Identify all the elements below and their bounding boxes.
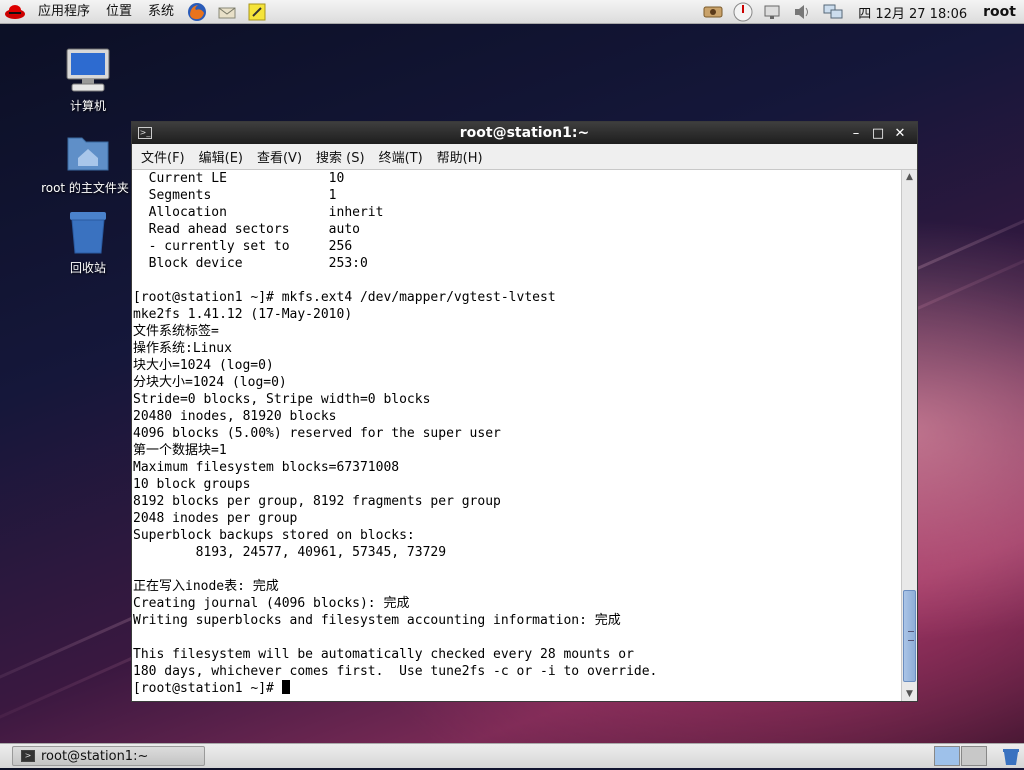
terminal-line: [root@station1 ~]# mkfs.ext4 /dev/mapper… xyxy=(133,290,556,305)
prompt: [root@station1 ~]# xyxy=(133,681,282,696)
minimize-icon[interactable]: – xyxy=(845,126,867,141)
terminal-line: 8192 blocks per group, 8192 fragments pe… xyxy=(133,494,501,509)
terminal-line: Superblock backups stored on blocks: xyxy=(133,528,415,543)
terminal-line: 操作系统:Linux xyxy=(133,341,232,356)
home-folder-icon xyxy=(64,128,112,176)
terminal-line: 20480 inodes, 81920 blocks xyxy=(133,409,337,424)
terminal-line: Segments 1 xyxy=(133,188,337,203)
scroll-up-icon[interactable]: ▲ xyxy=(902,170,917,184)
terminal-line: 正在写入inode表: 完成 xyxy=(133,579,279,594)
terminal-line: 块大小=1024 (log=0) xyxy=(133,358,274,373)
firefox-icon[interactable] xyxy=(186,2,208,22)
title-bar[interactable]: >_ root@station1:~ – □ ✕ xyxy=(132,122,917,144)
menu-search[interactable]: 搜索 (S) xyxy=(309,147,372,166)
menu-help[interactable]: 帮助(H) xyxy=(430,147,490,166)
desktop-icon-home[interactable]: root 的主文件夹 xyxy=(40,128,136,196)
terminal-line: mke2fs 1.41.12 (17-May-2010) xyxy=(133,307,353,322)
prompt-line[interactable]: [root@station1 ~]# xyxy=(132,680,901,697)
text-cursor xyxy=(281,680,290,694)
window-title: root@station1:~ xyxy=(459,125,590,141)
volume-icon[interactable] xyxy=(792,2,814,22)
desktop-icon-computer[interactable]: 计算机 xyxy=(40,46,136,114)
computer-icon xyxy=(64,46,112,94)
workspace-2[interactable] xyxy=(961,746,987,766)
top-panel: 应用程序 位置 系统 四 12月 27 18:06 root xyxy=(0,0,1024,24)
taskbar-button-label: root@station1:~ xyxy=(41,748,149,764)
terminal-window: >_ root@station1:~ – □ ✕ 文件(F) 编辑(E) 查看(… xyxy=(131,121,918,702)
terminal-line: Block device 253:0 xyxy=(133,256,368,271)
terminal-menubar: 文件(F) 编辑(E) 查看(V) 搜索 (S) 终端(T) 帮助(H) xyxy=(132,144,917,170)
close-icon[interactable]: ✕ xyxy=(889,126,911,141)
network-icon[interactable] xyxy=(702,2,724,22)
menu-terminal[interactable]: 终端(T) xyxy=(372,147,430,166)
menu-view[interactable]: 查看(V) xyxy=(250,147,309,166)
mail-icon[interactable] xyxy=(216,2,238,22)
terminal-line: - currently set to 256 xyxy=(133,239,353,254)
desktop-icon-trash[interactable]: 回收站 xyxy=(40,208,136,276)
terminal-output[interactable]: Current LE 10 Segments 1 Allocation inhe… xyxy=(132,170,901,701)
menu-file[interactable]: 文件(F) xyxy=(134,147,192,166)
terminal-line: 4096 blocks (5.00%) reserved for the sup… xyxy=(133,426,501,441)
menu-places[interactable]: 位置 xyxy=(98,0,140,24)
terminal-line: Creating journal (4096 blocks): 完成 xyxy=(133,596,410,611)
bottom-panel: > root@station1:~ xyxy=(0,743,1024,768)
menu-system[interactable]: 系统 xyxy=(140,0,182,24)
scroll-down-icon[interactable]: ▼ xyxy=(902,687,917,701)
clock[interactable]: 四 12月 27 18:06 xyxy=(848,3,977,22)
maximize-icon[interactable]: □ xyxy=(867,126,889,141)
terminal-icon: > xyxy=(21,750,35,762)
menu-applications[interactable]: 应用程序 xyxy=(30,0,98,24)
terminal-icon: >_ xyxy=(138,127,152,139)
terminal-line: Read ahead sectors auto xyxy=(133,222,360,237)
redhat-logo-icon[interactable] xyxy=(4,2,26,22)
notes-icon[interactable] xyxy=(246,2,268,22)
terminal-line: 分块大小=1024 (log=0) xyxy=(133,375,287,390)
vertical-scrollbar[interactable]: ▲ ▼ xyxy=(901,170,917,701)
workspace-1[interactable] xyxy=(934,746,960,766)
terminal-line: Writing superblocks and filesystem accou… xyxy=(133,613,621,628)
terminal-line: 10 block groups xyxy=(133,477,251,492)
menu-edit[interactable]: 编辑(E) xyxy=(192,147,250,166)
terminal-line: 2048 inodes per group xyxy=(133,511,298,526)
display-icon[interactable] xyxy=(762,2,784,22)
terminal-line: Allocation inherit xyxy=(133,205,384,220)
trash-applet-icon[interactable] xyxy=(1001,747,1021,766)
network-manager-icon[interactable] xyxy=(822,2,844,22)
terminal-line: Current LE 10 xyxy=(133,171,345,186)
user-menu[interactable]: root xyxy=(977,4,1024,20)
terminal-line: Stride=0 blocks, Stripe width=0 blocks xyxy=(133,392,431,407)
trash-icon xyxy=(64,208,112,256)
terminal-line: This filesystem will be automatically ch… xyxy=(133,647,634,662)
terminal-line: 8193, 24577, 40961, 57345, 73729 xyxy=(133,545,447,560)
terminal-line: Maximum filesystem blocks=67371008 xyxy=(133,460,400,475)
desktop-icon-label: 回收站 xyxy=(69,261,106,275)
scroll-thumb[interactable] xyxy=(903,590,916,682)
terminal-line: 180 days, whichever comes first. Use tun… xyxy=(133,664,658,679)
desktop-icon-label: root 的主文件夹 xyxy=(41,181,129,195)
terminal-line: 第一个数据块=1 xyxy=(133,443,227,458)
taskbar-button-terminal[interactable]: > root@station1:~ xyxy=(12,746,205,766)
update-icon[interactable] xyxy=(732,2,754,22)
terminal-line: 文件系统标签= xyxy=(133,324,219,339)
desktop-icon-label: 计算机 xyxy=(69,99,106,113)
